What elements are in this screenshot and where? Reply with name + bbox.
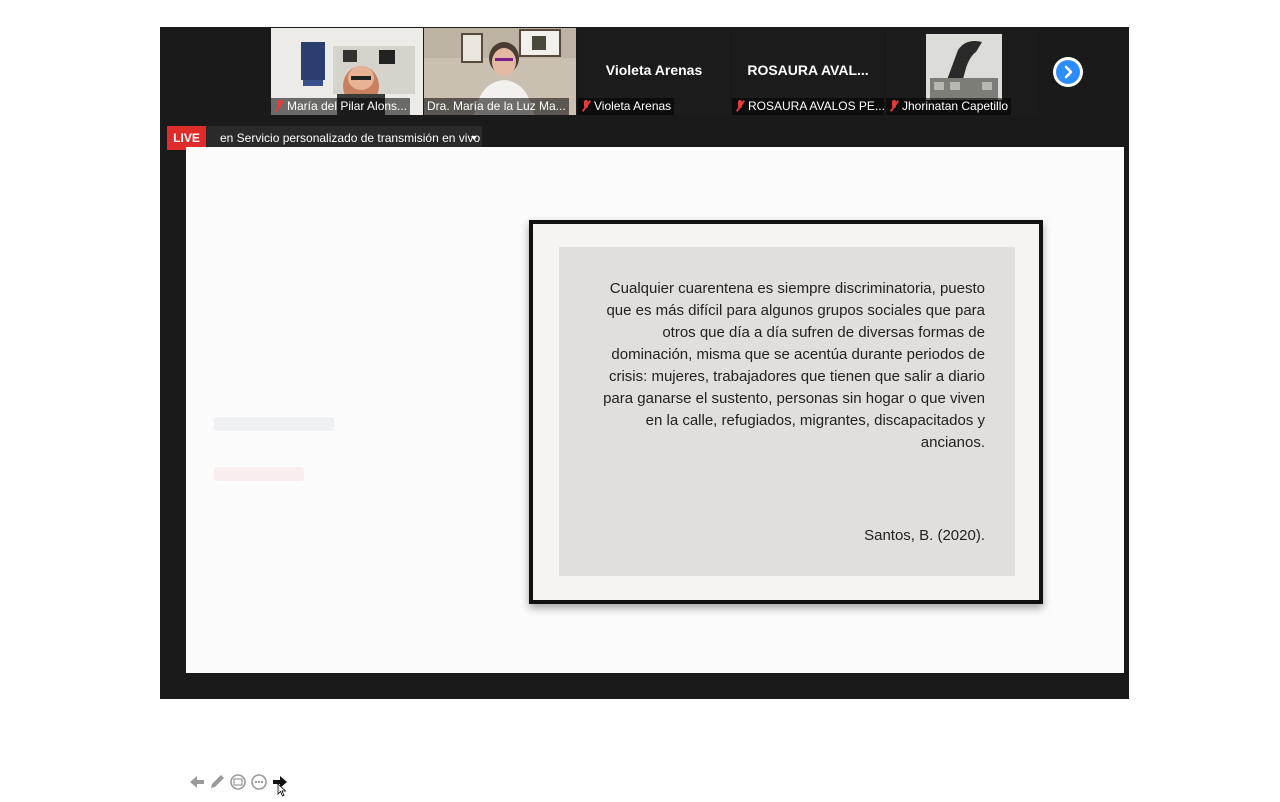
mic-muted-icon	[735, 100, 746, 112]
participant-label-3: Violeta Arenas	[578, 98, 675, 115]
next-participants-button[interactable]	[1053, 57, 1083, 87]
participant-tile-3[interactable]: Violeta Arenas Violeta Arenas	[578, 28, 730, 115]
shared-screen: Cualquier cuarentena es siempre discrimi…	[186, 147, 1124, 797]
chevron-right-icon	[1056, 60, 1080, 84]
caret-down-icon[interactable]	[471, 136, 477, 140]
participant-tile-5[interactable]: Jhorinatan Capetillo	[886, 28, 1038, 115]
participant-label-4: ROSAURA AVALOS PE...	[732, 98, 884, 115]
mic-muted-icon	[581, 100, 592, 112]
pen-icon[interactable]	[208, 773, 226, 796]
slide-quote: Cualquier cuarentena es siempre discrimi…	[603, 280, 985, 451]
participant-name-3: Violeta Arenas	[605, 62, 703, 78]
participant-tile-1[interactable]: María del Pilar Alons...	[271, 28, 423, 115]
meeting-window: María del Pilar Alons... Dra. María de l…	[160, 27, 1129, 797]
arrow-left-icon[interactable]	[188, 773, 206, 796]
participant-label-1: María del Pilar Alons...	[271, 98, 411, 115]
participant-strip: María del Pilar Alons... Dra. María de l…	[160, 27, 1129, 117]
participant-tile-2[interactable]: Dra. María de la Luz Ma...	[424, 28, 576, 115]
quote-box: Cualquier cuarentena es siempre discrimi…	[559, 247, 1015, 576]
slide-citation: Santos, B. (2020).	[864, 527, 985, 544]
zoom-icon[interactable]	[229, 773, 247, 796]
participant-label-5: Jhorinatan Capetillo	[886, 98, 1012, 115]
mic-muted-icon	[889, 100, 900, 112]
mouse-cursor-icon	[277, 783, 287, 802]
participant-tile-4[interactable]: ROSAURA AVAL... ROSAURA AVALOS PE...	[732, 28, 884, 115]
faded-text-ghost	[214, 417, 334, 431]
slide-frame: Cualquier cuarentena es siempre discrimi…	[529, 220, 1043, 604]
mic-muted-icon	[274, 100, 285, 112]
faded-text-ghost	[214, 467, 304, 481]
participant-name-4: ROSAURA AVAL...	[747, 62, 869, 78]
participant-label-2: Dra. María de la Luz Ma...	[424, 98, 569, 115]
more-icon[interactable]	[250, 773, 268, 796]
